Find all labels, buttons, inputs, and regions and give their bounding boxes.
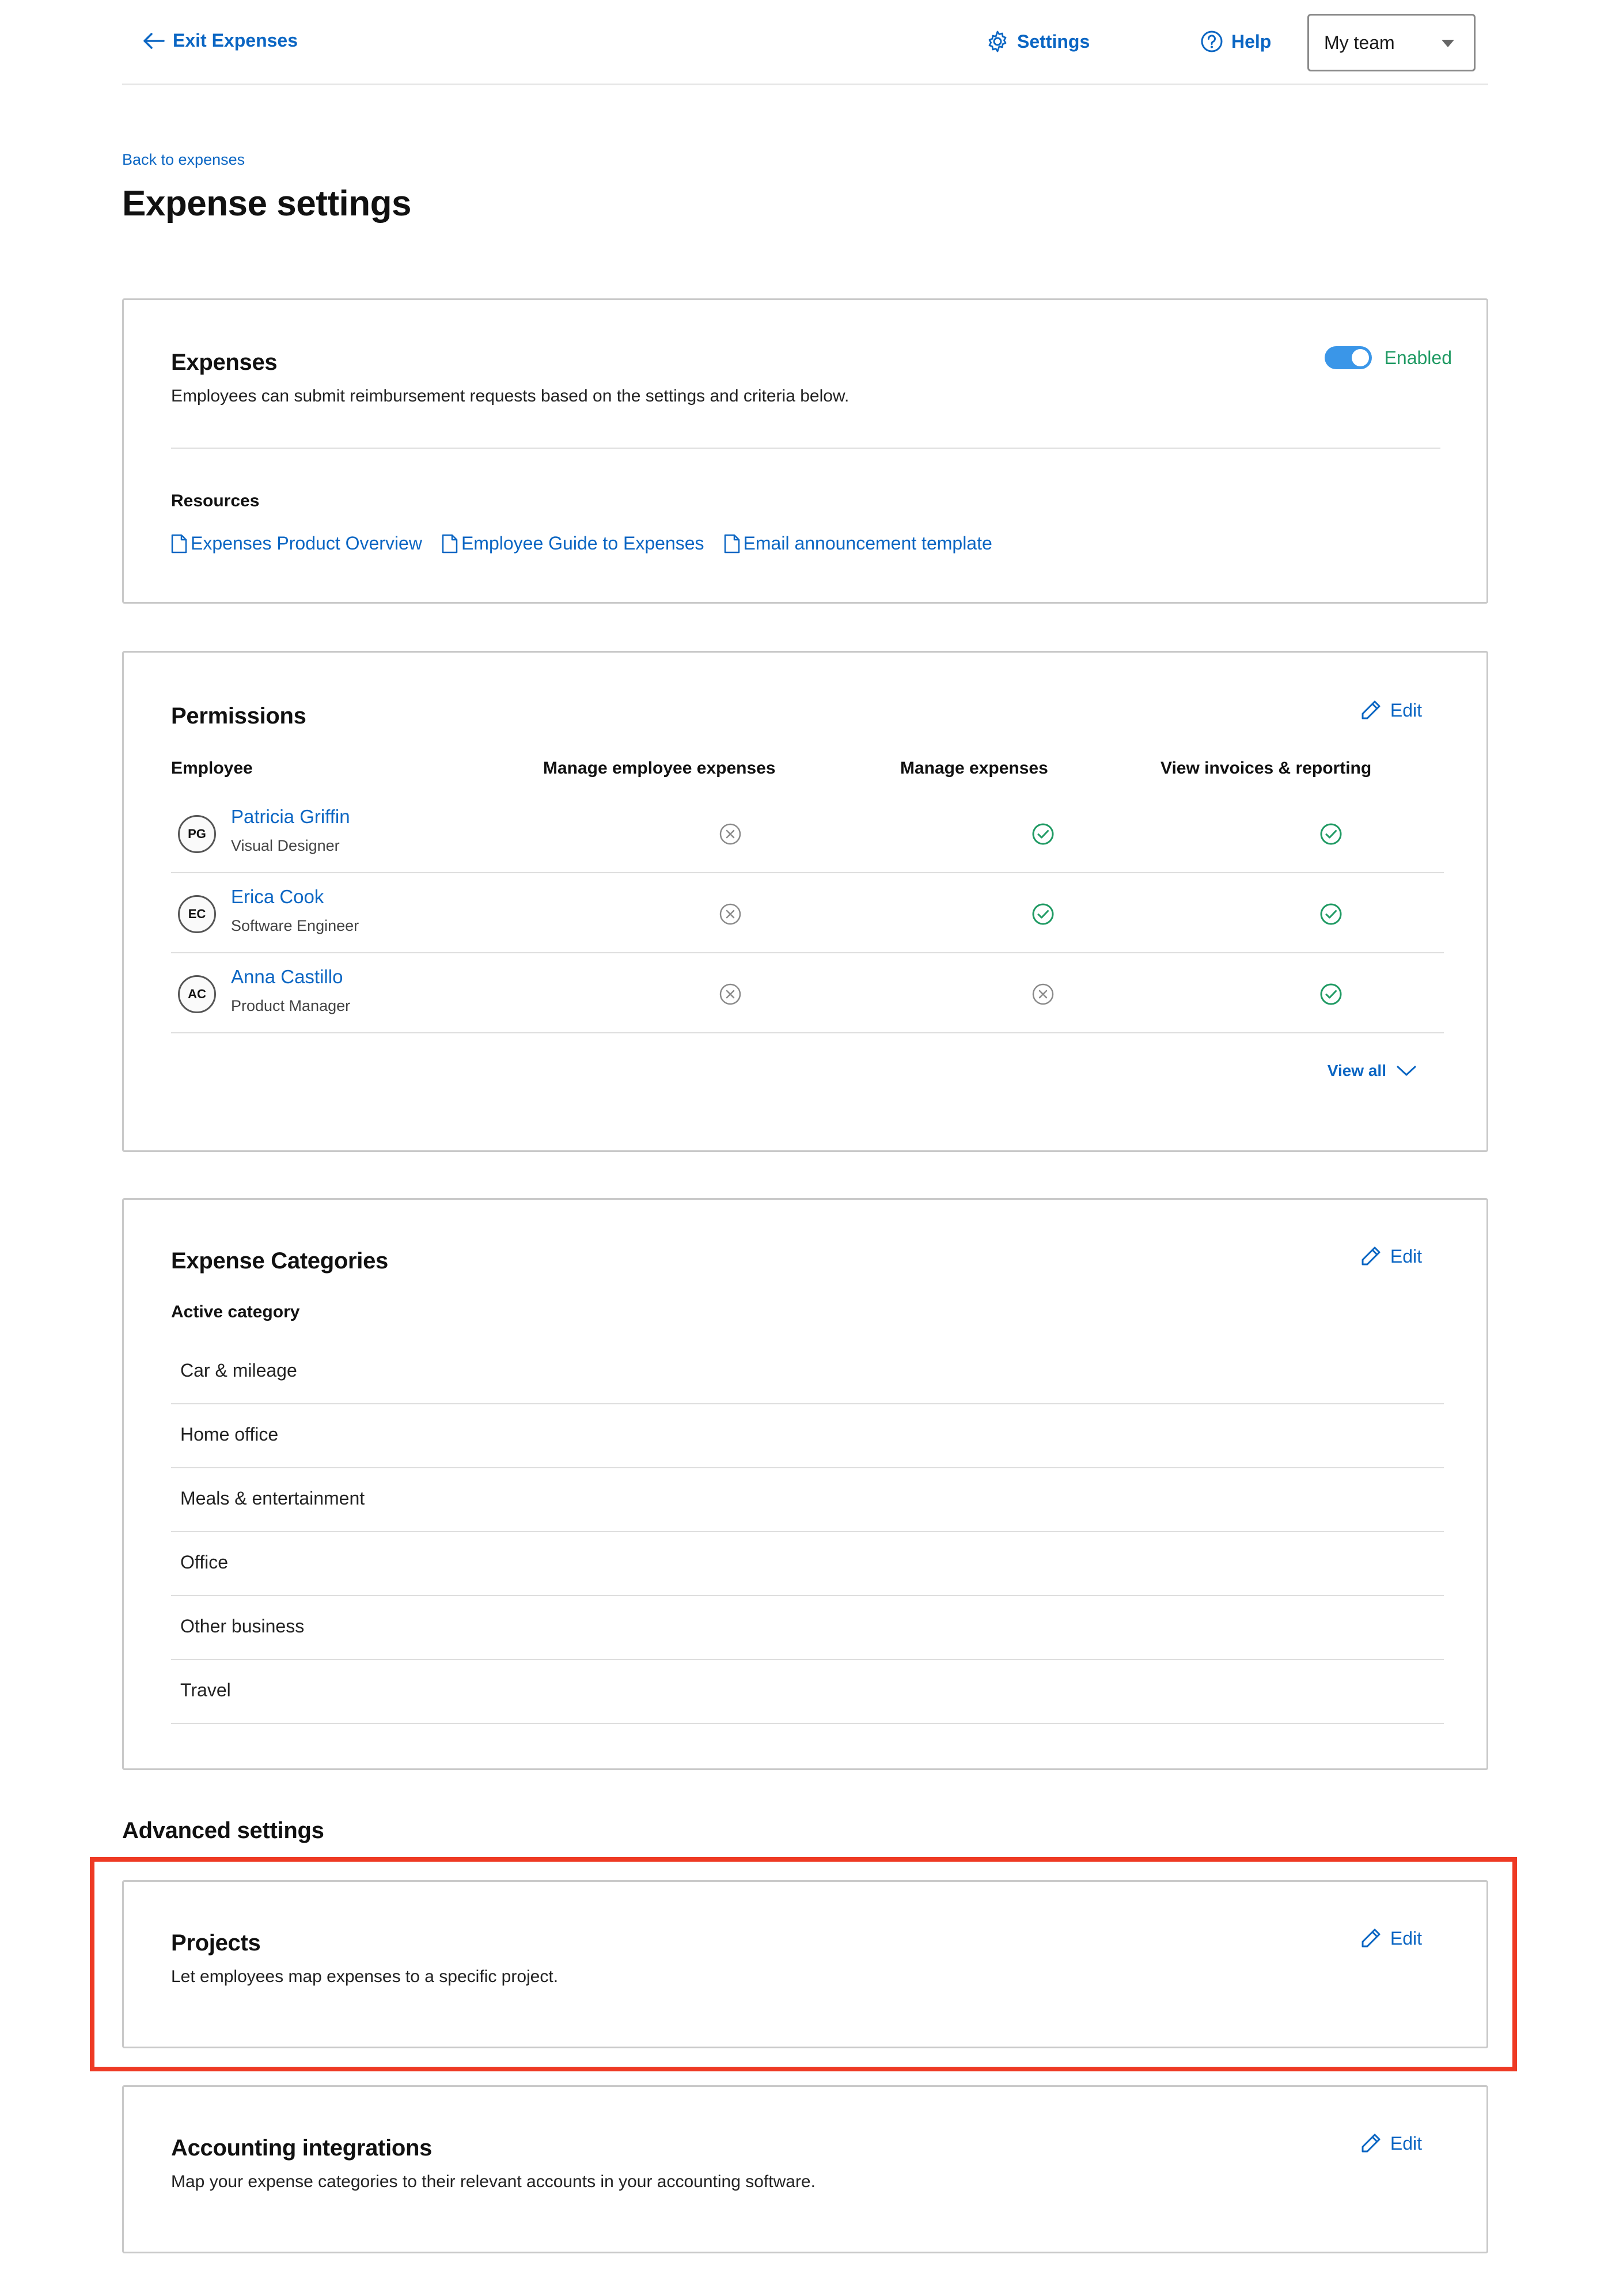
table-row: AC Anna Castillo Product Manager: [171, 953, 1444, 1033]
list-item: Office: [171, 1532, 1444, 1596]
toggle-knob: [1351, 349, 1369, 366]
accounting-integrations-card: Accounting integrations Map your expense…: [122, 2085, 1488, 2253]
expenses-card-description: Employees can submit reimbursement reque…: [171, 387, 849, 406]
gear-icon: [988, 31, 1007, 52]
edit-label: Edit: [1390, 2132, 1422, 2154]
column-header-manage-expenses: Manage expenses: [900, 759, 1048, 778]
column-header-view-invoices: View invoices & reporting: [1161, 759, 1372, 778]
accounting-edit-button[interactable]: Edit: [1359, 2132, 1422, 2155]
document-icon: [724, 534, 739, 553]
view-all-label: View all: [1327, 1062, 1386, 1079]
resources-list: Expenses Product Overview Employee Guide…: [171, 533, 992, 554]
resource-link-product-overview[interactable]: Expenses Product Overview: [171, 533, 422, 554]
help-circle-icon: [1201, 31, 1223, 52]
edit-label: Edit: [1390, 1245, 1422, 1267]
x-circle-icon: [1032, 983, 1054, 1005]
expenses-toggle-group: Enabled: [1324, 346, 1452, 369]
category-label: Car & mileage: [180, 1360, 297, 1381]
list-item: Car & mileage: [171, 1340, 1444, 1404]
toggle-status-label: Enabled: [1384, 347, 1452, 368]
page-title: Expense settings: [122, 184, 411, 223]
category-label: Travel: [180, 1680, 231, 1700]
avatar: AC: [178, 975, 216, 1013]
employee-role: Product Manager: [231, 997, 351, 1014]
avatar: PG: [178, 815, 216, 853]
resource-link-label: Employee Guide to Expenses: [461, 533, 704, 554]
resource-link-employee-guide[interactable]: Employee Guide to Expenses: [442, 533, 704, 554]
settings-label: Settings: [1017, 31, 1090, 52]
check-circle-icon: [1320, 823, 1342, 845]
categories-edit-button[interactable]: Edit: [1359, 1245, 1422, 1268]
expenses-card-title: Expenses: [171, 350, 278, 375]
permissions-card-title: Permissions: [171, 703, 306, 729]
accounting-card-title: Accounting integrations: [171, 2135, 433, 2161]
check-circle-icon: [1032, 823, 1054, 845]
check-circle-icon: [1320, 983, 1342, 1005]
list-item: Meals & entertainment: [171, 1468, 1444, 1532]
document-icon: [171, 534, 187, 553]
check-circle-icon: [1320, 903, 1342, 925]
employee-role: Visual Designer: [231, 837, 340, 854]
column-header-employee: Employee: [171, 759, 253, 778]
employee-role: Software Engineer: [231, 917, 359, 934]
permissions-card: Permissions Edit Employee Manage employe…: [122, 651, 1488, 1152]
x-circle-icon: [719, 903, 741, 925]
expenses-card: Expenses Employees can submit reimbursem…: [122, 298, 1488, 604]
help-button[interactable]: Help: [1200, 30, 1271, 53]
list-item: Home office: [171, 1404, 1444, 1468]
view-all-button[interactable]: View all: [1328, 1062, 1416, 1080]
chevron-down-icon: [1397, 1066, 1416, 1076]
edit-label: Edit: [1390, 699, 1422, 721]
employee-name-link[interactable]: Patricia Griffin: [231, 806, 350, 828]
exit-expenses-button[interactable]: Exit Expenses: [143, 30, 298, 51]
caret-down-icon: [1442, 40, 1454, 47]
resource-link-label: Email announcement template: [743, 533, 992, 554]
pencil-icon: [1362, 700, 1381, 719]
employee-name-link[interactable]: Anna Castillo: [231, 966, 343, 988]
divider: [171, 448, 1440, 449]
category-label: Office: [180, 1552, 228, 1573]
expense-categories-card: Expense Categories Edit Active category …: [122, 1198, 1488, 1770]
column-header-manage-employee-expenses: Manage employee expenses: [543, 759, 776, 778]
resource-link-label: Expenses Product Overview: [191, 533, 422, 554]
categories-card-title: Expense Categories: [171, 1248, 388, 1274]
table-row: EC Erica Cook Software Engineer: [171, 873, 1444, 953]
category-label: Meals & entertainment: [180, 1488, 365, 1509]
employee-name-link[interactable]: Erica Cook: [231, 886, 324, 908]
pencil-icon: [1362, 1246, 1381, 1266]
pencil-icon: [1362, 2134, 1381, 2153]
help-label: Help: [1231, 31, 1272, 52]
team-select-value: My team: [1324, 32, 1395, 53]
top-bar: Exit Expenses Settings Help My team: [122, 0, 1488, 85]
avatar: EC: [178, 895, 216, 933]
list-item: Other business: [171, 1596, 1444, 1660]
table-row: PG Patricia Griffin Visual Designer: [171, 793, 1444, 873]
list-item: Travel: [171, 1660, 1444, 1724]
resource-link-email-template[interactable]: Email announcement template: [724, 533, 992, 554]
resources-title: Resources: [171, 491, 260, 510]
back-to-expenses-link[interactable]: Back to expenses: [122, 151, 245, 169]
exit-expenses-label: Exit Expenses: [173, 30, 298, 51]
settings-button[interactable]: Settings: [986, 30, 1090, 53]
x-circle-icon: [719, 823, 741, 845]
document-icon: [442, 534, 458, 553]
advanced-settings-title: Advanced settings: [122, 1818, 324, 1843]
active-category-subtitle: Active category: [171, 1302, 300, 1321]
category-label: Other business: [180, 1616, 305, 1636]
arrow-left-icon: [143, 32, 165, 49]
team-select[interactable]: My team: [1307, 14, 1476, 71]
expenses-enabled-toggle[interactable]: [1324, 346, 1372, 369]
x-circle-icon: [719, 983, 741, 1005]
permissions-edit-button[interactable]: Edit: [1359, 699, 1422, 722]
category-label: Home office: [180, 1424, 279, 1445]
check-circle-icon: [1032, 903, 1054, 925]
highlight-box: [90, 1857, 1517, 2071]
accounting-card-description: Map your expense categories to their rel…: [171, 2172, 816, 2191]
